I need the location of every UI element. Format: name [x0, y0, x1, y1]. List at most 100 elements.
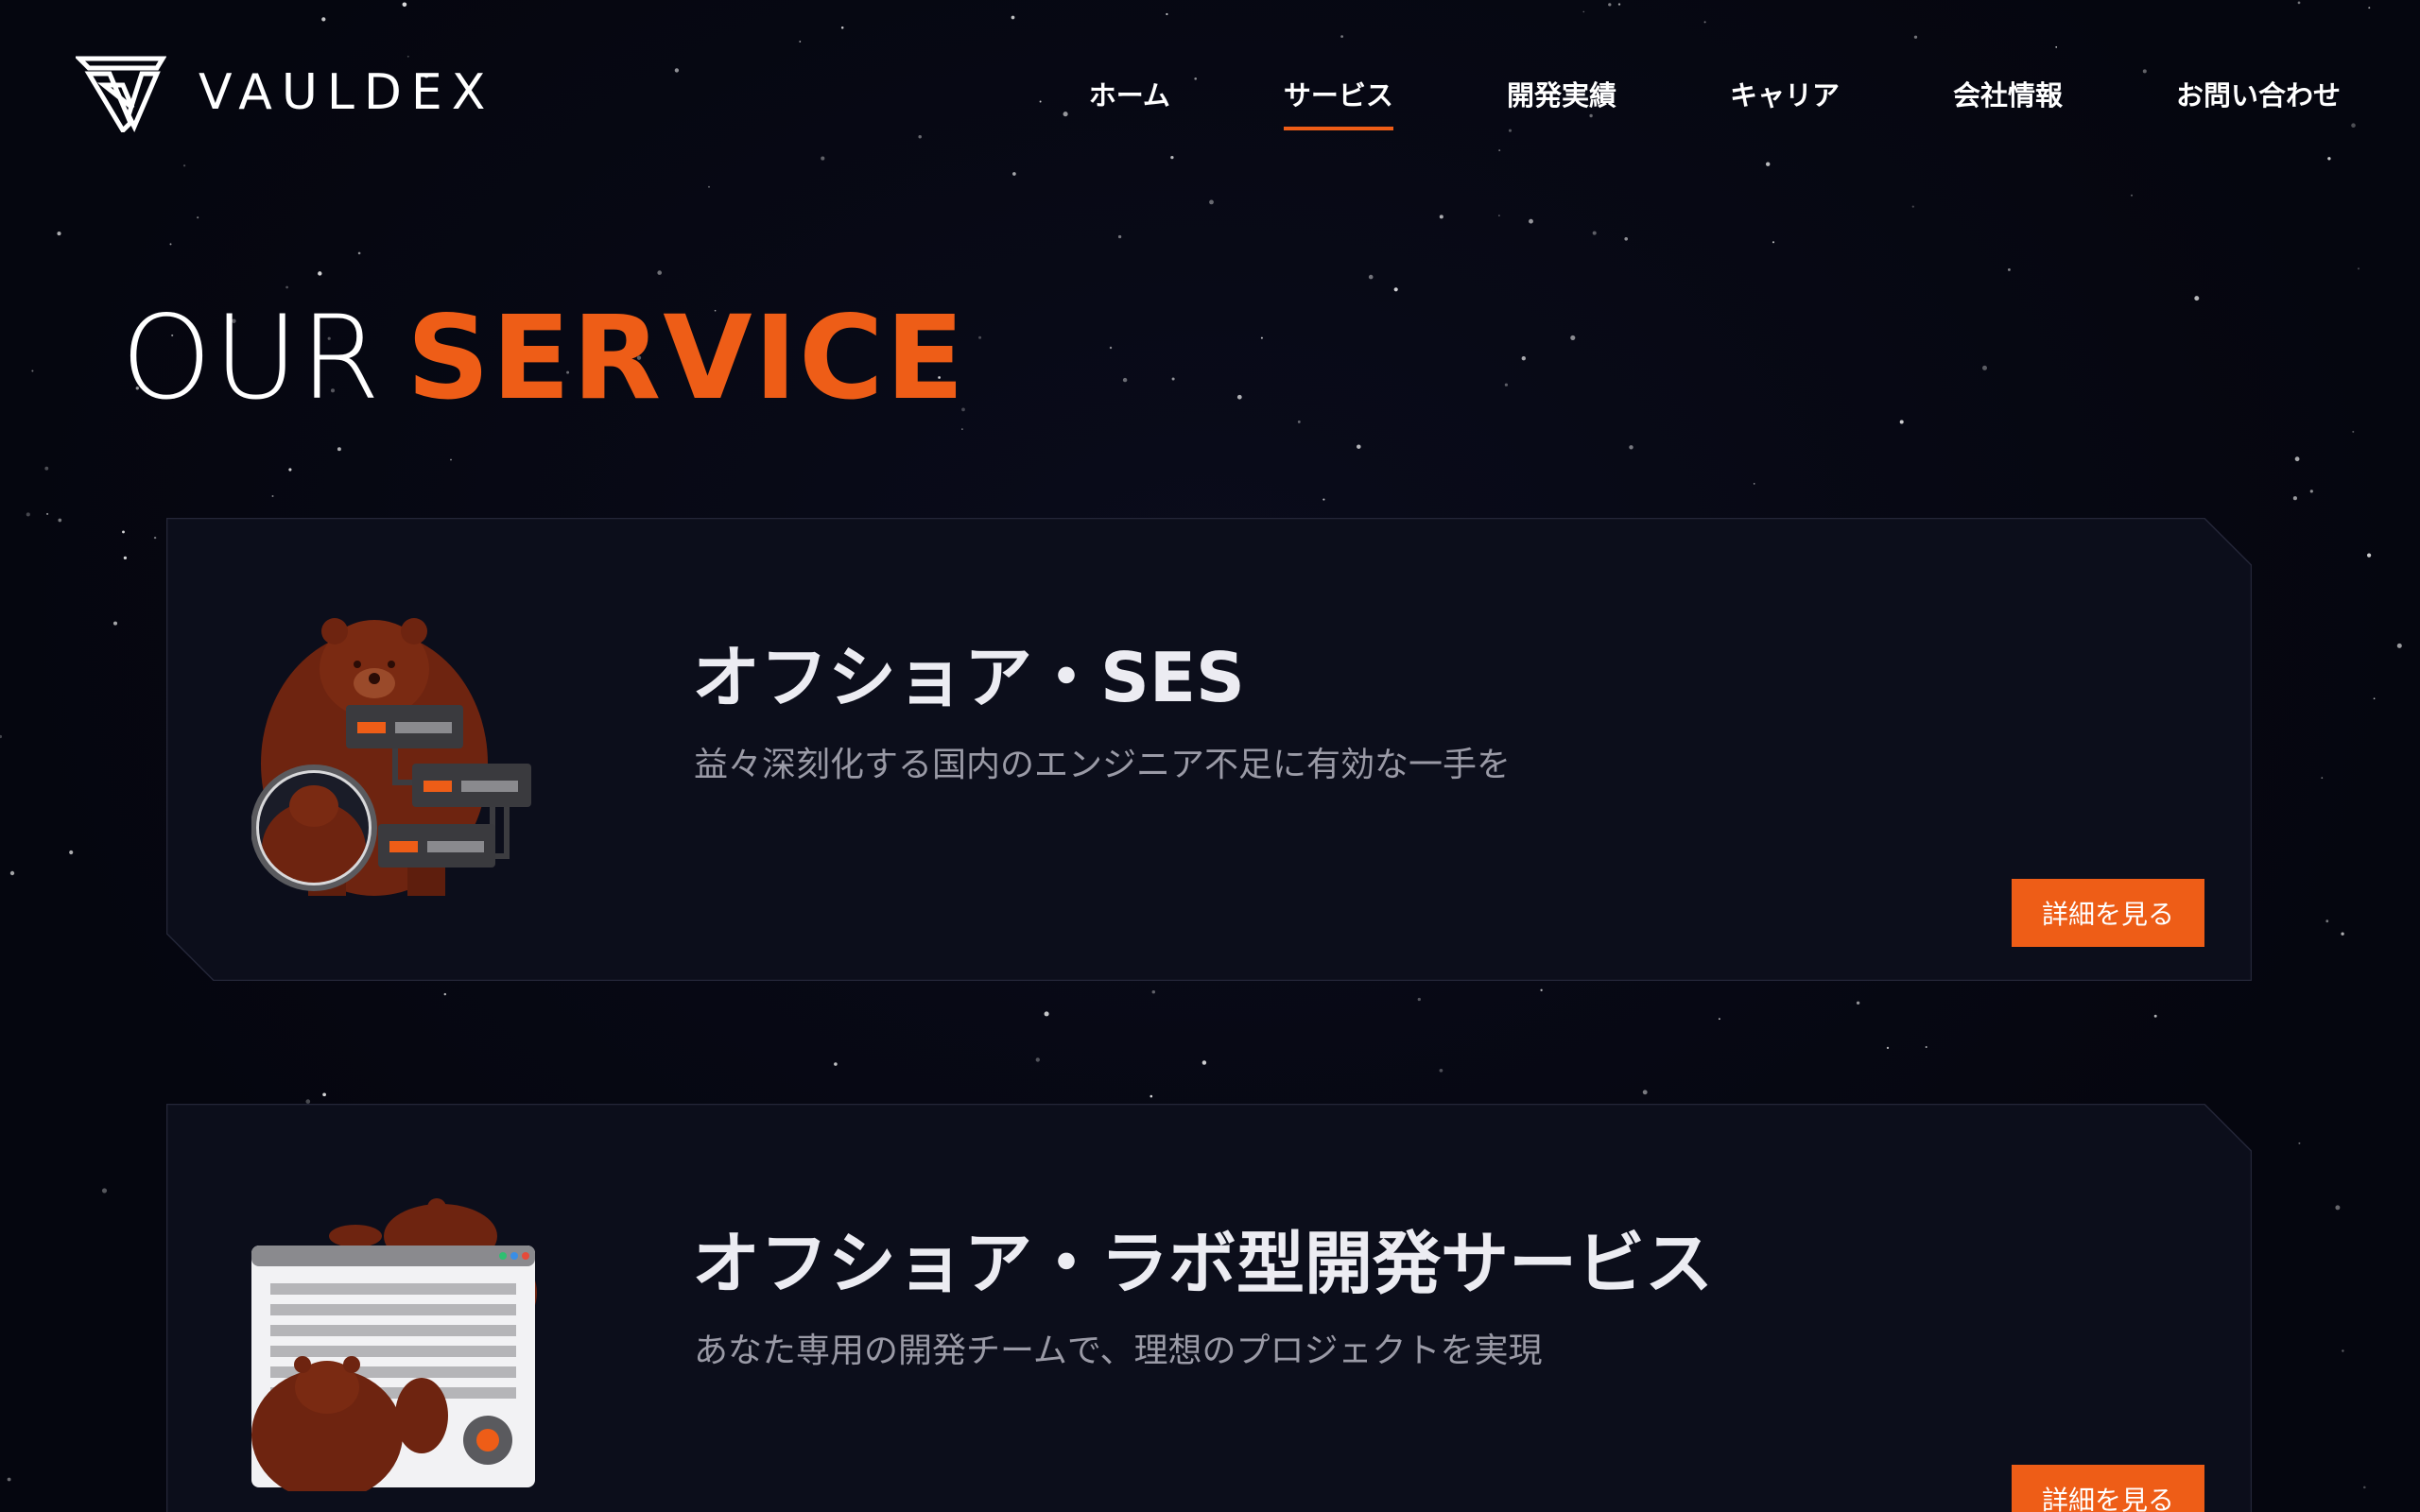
- star: [1044, 1011, 1049, 1017]
- star: [0, 734, 3, 739]
- nav-item-company[interactable]: 会社情報: [1953, 74, 2063, 130]
- star: [2321, 777, 2324, 779]
- star: [2352, 430, 2355, 433]
- star: [1151, 989, 1156, 994]
- bear-browser-illustration-icon: [251, 1198, 537, 1491]
- star: [450, 458, 452, 461]
- star: [123, 556, 128, 560]
- logo[interactable]: VAULDEX: [76, 53, 494, 132]
- star: [1439, 215, 1443, 219]
- star: [2373, 697, 2376, 700]
- star: [1357, 444, 1361, 449]
- star: [1718, 1018, 1720, 1021]
- star: [2194, 296, 2200, 301]
- nav-item-careers[interactable]: キャリア: [1730, 74, 1840, 130]
- nav-item-services[interactable]: サービス: [1283, 74, 1393, 130]
- star: [1260, 336, 1263, 339]
- star: [26, 512, 30, 517]
- star: [1592, 231, 1597, 235]
- star: [1570, 335, 1576, 340]
- star: [1629, 445, 1634, 450]
- star: [1417, 997, 1421, 1002]
- star: [1899, 420, 1904, 424]
- star: [122, 530, 125, 534]
- star: [57, 232, 61, 236]
- star: [1624, 236, 1629, 241]
- star: [271, 495, 274, 497]
- nav-item-contact[interactable]: お問い合わせ: [2176, 74, 2341, 130]
- page-title-light: OUR: [121, 291, 383, 425]
- star: [2341, 932, 2344, 936]
- star: [1150, 1094, 1153, 1098]
- star: [2292, 496, 2297, 501]
- star: [2335, 1205, 2341, 1211]
- star: [443, 992, 447, 996]
- service-title: オフショア・ラボ型開発サービス: [692, 1224, 1714, 1303]
- page-title: OUR SERVICE: [121, 301, 966, 416]
- page-title-accent: SERVICE: [406, 291, 966, 425]
- service-description: あなた専用の開発チームで、理想のプロジェクトを実現: [694, 1332, 1543, 1370]
- star: [1753, 483, 1755, 485]
- service-card-lab: オフショア・ラボ型開発サービス あなた専用の開発チームで、理想のプロジェクトを実…: [166, 1104, 2252, 1512]
- star: [2342, 1349, 2344, 1352]
- star: [2131, 194, 2133, 197]
- star: [318, 271, 322, 276]
- bear-server-illustration-icon: [251, 618, 531, 896]
- star: [2357, 267, 2360, 270]
- vauldex-logo-icon: [76, 56, 166, 132]
- brand-name: VAULDEX: [199, 64, 495, 121]
- star: [1117, 234, 1122, 239]
- star: [1439, 1068, 1443, 1073]
- star: [1856, 1001, 1860, 1005]
- star: [1540, 988, 1543, 991]
- star: [7, 1477, 11, 1482]
- star: [1982, 365, 1987, 370]
- star: [112, 621, 118, 626]
- star: [2153, 1014, 2157, 1018]
- star: [1521, 356, 1526, 361]
- star: [2363, 1486, 2366, 1489]
- star: [1886, 1046, 1890, 1050]
- details-button[interactable]: 詳細を見る: [2012, 1465, 2204, 1512]
- star: [2396, 643, 2402, 648]
- star: [1368, 274, 1374, 280]
- star: [1911, 205, 1914, 208]
- star: [1122, 377, 1128, 383]
- star: [1236, 394, 1242, 400]
- star: [2007, 267, 2011, 271]
- star: [2298, 1142, 2301, 1144]
- details-button[interactable]: 詳細を見る: [2012, 879, 2204, 947]
- star: [978, 335, 982, 339]
- star: [153, 536, 157, 540]
- star: [46, 512, 49, 515]
- star: [1642, 1090, 1648, 1095]
- nav-item-works[interactable]: 開発実績: [1507, 74, 1616, 130]
- nav-item-home[interactable]: ホーム: [1089, 74, 1170, 130]
- star: [2325, 919, 2329, 923]
- star: [288, 468, 292, 472]
- page: VAULDEX ホーム サービス 開発実績 キャリア 会社情報 お問い合わせ O…: [0, 0, 2420, 1512]
- service-title: オフショア・SES: [692, 638, 1245, 717]
- star: [657, 270, 663, 275]
- star: [1171, 377, 1175, 381]
- star: [9, 870, 15, 876]
- star: [285, 285, 288, 289]
- star: [58, 518, 62, 523]
- star: [2367, 553, 2372, 558]
- star: [1209, 199, 1214, 205]
- star: [169, 243, 172, 246]
- star: [322, 1092, 326, 1097]
- service-card-ses: オフショア・SES 益々深刻化する国内のエンジニア不足に有効な一手を 詳細を見る: [166, 518, 2252, 981]
- star: [1201, 1060, 1207, 1065]
- star: [101, 1188, 108, 1194]
- star: [69, 850, 74, 855]
- star: [31, 369, 34, 372]
- star: [1498, 215, 1500, 216]
- star: [2294, 456, 2300, 462]
- star: [337, 447, 341, 452]
- star: [2309, 490, 2313, 493]
- star: [1035, 1057, 1040, 1062]
- site-header: VAULDEX ホーム サービス 開発実績 キャリア 会社情報 お問い合わせ: [0, 0, 2420, 189]
- star: [1504, 383, 1508, 387]
- star: [197, 216, 199, 219]
